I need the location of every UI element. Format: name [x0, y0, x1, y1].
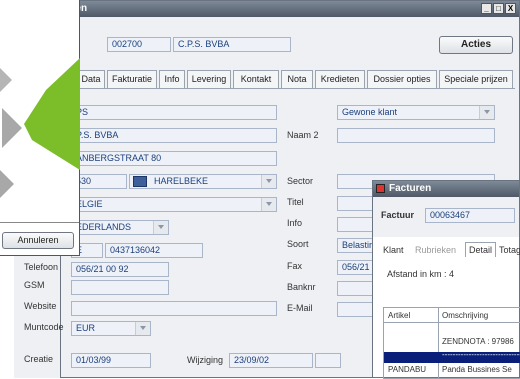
selected-row-text: ------------------------------: [442, 350, 520, 359]
col-divider: [438, 308, 439, 378]
facturen-tabs: Klant Rubrieken Detail Totag: [373, 239, 520, 259]
row-artikel[interactable]: PANDABU: [388, 365, 426, 374]
maximize-icon[interactable]: □: [493, 3, 504, 14]
factuur-label: Factuur: [381, 210, 415, 220]
customer-code-field[interactable]: 002700: [107, 37, 171, 52]
name-full-field[interactable]: P.S. BVBA: [71, 128, 277, 143]
gsm-field[interactable]: [71, 280, 169, 295]
col-artikel-header[interactable]: Artikel: [388, 311, 410, 320]
row-omschrijving[interactable]: Panda Bussines Se: [442, 365, 512, 374]
col-omschrijving-header[interactable]: Omschrijving: [442, 311, 488, 320]
banknr-label: Banknr: [287, 282, 316, 292]
facturen-title-bar[interactable]: Facturen: [373, 181, 519, 197]
modified-field[interactable]: 23/09/02: [229, 353, 313, 368]
fax-label: Fax: [287, 261, 303, 271]
tab-nota[interactable]: Nota: [281, 70, 313, 88]
tab-data[interactable]: Data: [77, 70, 105, 88]
tab-rubrieken[interactable]: Rubrieken: [415, 245, 456, 255]
tab-info[interactable]: Info: [159, 70, 185, 88]
language-value: EDERLANDS: [76, 222, 132, 232]
factuur-number-field[interactable]: 00063467: [425, 208, 515, 223]
facturen-window: Facturen Factuur 00063467 Klant Rubrieke…: [372, 180, 520, 379]
detail-table: Artikel Omschrijving ZENDNOTA : 97986 --…: [383, 307, 520, 379]
tab-dossier-opties[interactable]: Dossier opties: [367, 70, 437, 88]
muntcode-side-label: Muntcode: [24, 322, 64, 332]
tab-totaal[interactable]: Totag: [499, 245, 520, 255]
company-short-field[interactable]: C.P.S. BVBA: [173, 37, 291, 52]
distance-text: Afstand in km : 4: [387, 269, 455, 279]
creatie-side-label: Creatie: [24, 354, 54, 364]
naam2-field[interactable]: [337, 128, 495, 143]
minimize-icon[interactable]: _: [481, 3, 492, 14]
header-divider: [384, 322, 520, 323]
city-lookup-icon[interactable]: [133, 176, 147, 187]
facturen-header: Factuur 00063467: [373, 197, 519, 237]
city-value: HARELBEKE: [154, 176, 209, 186]
brand-logo: [0, 58, 80, 198]
currency-select[interactable]: EUR: [71, 321, 151, 336]
dialog-divider: [0, 222, 79, 223]
info-label: Info: [287, 218, 303, 228]
created-field[interactable]: 01/03/99: [71, 353, 151, 368]
tab-speciale-prijzen[interactable]: Speciale prijzen: [439, 70, 513, 88]
facturen-app-icon: [376, 184, 385, 193]
telefoon-side-label: Telefoon: [24, 262, 59, 272]
street-field[interactable]: ANBERGSTRAAT 80: [71, 151, 277, 166]
extra-field[interactable]: [315, 353, 341, 368]
email-label: E-Mail: [287, 303, 313, 313]
tab-levering[interactable]: Levering: [187, 70, 231, 88]
client-type-value: Gewone klant: [342, 107, 398, 117]
naam2-label: Naam 2: [287, 130, 319, 140]
tab-kredieten[interactable]: Kredieten: [315, 70, 365, 88]
tab-fakturatie[interactable]: Fakturatie: [107, 70, 157, 88]
wijziging-label: Wijziging: [187, 355, 224, 365]
cancel-button[interactable]: Annuleren: [2, 232, 74, 249]
table-row[interactable]: ZENDNOTA : 97986: [442, 337, 514, 346]
gsm-side-label: GSM: [24, 280, 45, 290]
close-icon[interactable]: X: [505, 3, 516, 14]
soort-label: Soort: [287, 239, 309, 249]
actions-button[interactable]: Acties: [439, 36, 513, 54]
country-select[interactable]: ELGIE: [71, 197, 277, 212]
tab-detail[interactable]: Detail: [465, 242, 497, 257]
table-row-selected[interactable]: ------------------------------: [384, 350, 520, 363]
vat-number-field[interactable]: 0437136042: [105, 243, 203, 258]
tab-kontakt[interactable]: Kontakt: [233, 70, 279, 88]
website-side-label: Website: [24, 301, 57, 311]
website-field[interactable]: [71, 301, 277, 316]
city-select[interactable]: HARELBEKE: [129, 174, 277, 189]
sector-label: Sector: [287, 176, 314, 186]
tab-klant[interactable]: Klant: [383, 245, 404, 255]
language-select[interactable]: EDERLANDS: [71, 220, 169, 235]
phone-field[interactable]: 056/21 00 92: [71, 262, 169, 277]
client-type-select[interactable]: Gewone klant: [337, 105, 495, 120]
currency-value: EUR: [76, 323, 96, 333]
facturen-title: Facturen: [389, 183, 432, 194]
titel-label: Titel: [287, 197, 304, 207]
customer-title-bar[interactable]: nten _ □ X: [61, 1, 519, 17]
name1-field[interactable]: PS: [71, 105, 277, 120]
logo-dialog: Annuleren: [0, 0, 80, 256]
